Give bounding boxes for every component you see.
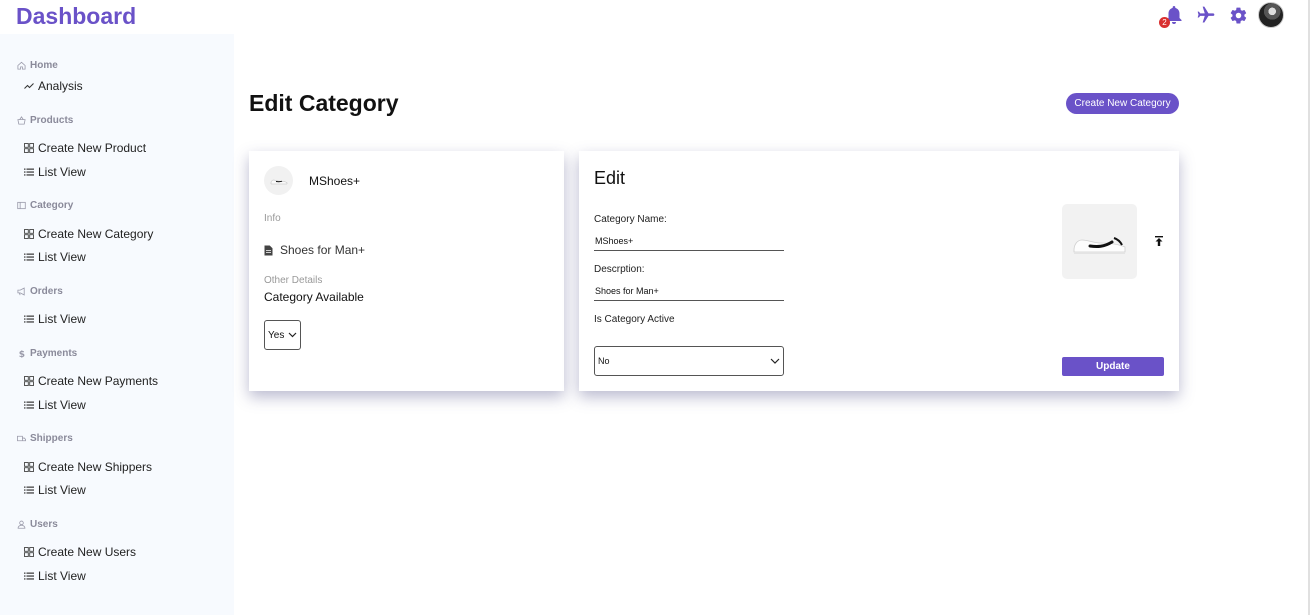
sidebar-section-title: Products [30,115,74,126]
update-button[interactable]: Update [1062,357,1164,376]
sidebar-section-orders: Orders [17,286,63,297]
sidebar-section-title: Home [30,60,58,71]
app-title[interactable]: Dashboard [16,3,136,30]
select-value: Yes [268,329,285,341]
create-new-category-button[interactable]: Create New Category [1066,93,1179,114]
category-name: MShoes+ [309,174,361,188]
sidebar-section-title: Users [30,519,58,530]
sidebar-section-shippers: Shippers [17,433,73,444]
sidebar-section-title: Orders [30,286,63,297]
page-title: Edit Category [249,90,399,116]
home-icon [17,61,26,70]
sidebar-item-create-new-product[interactable]: Create New Product [24,141,146,155]
sidebar-item-category-list-view[interactable]: List View [24,250,86,264]
sidebar-item-payments-list-view[interactable]: List View [24,398,86,412]
list-icon [24,401,34,409]
sidebar-section-title: Payments [30,348,78,359]
sidebar-item-analysis[interactable]: Analysis [24,79,83,93]
sidebar-item-label: List View [38,250,86,264]
sidebar-item-label: List View [38,483,86,497]
edit-category-card: Edit Category Name: MShoes+ Descrption: … [579,151,1179,391]
basket-icon [17,116,26,125]
other-details-label: Other Details [264,275,323,286]
user-avatar[interactable] [1258,2,1284,28]
sidebar-section-home: Home [17,60,58,71]
sidebar: Home Analysis Products Create New Produc… [0,34,234,615]
category-available-select[interactable]: Yes [264,320,301,350]
sidebar-item-create-new-shippers[interactable]: Create New Shippers [24,460,152,474]
grid-icon [24,547,34,557]
is-category-active-select[interactable]: No [594,346,784,376]
svg-text:$: $ [19,350,25,358]
shoe-image [1073,236,1125,254]
top-icons: 2 [1159,2,1284,28]
grid-icon [24,376,34,386]
sidebar-item-label: Create New Product [38,141,147,155]
list-icon [24,486,34,494]
info-label: Info [264,213,281,224]
sidebar-section-title: Category [30,200,74,211]
sidebar-item-create-new-category[interactable]: Create New Category [24,227,153,241]
user-icon [17,520,26,529]
sidebar-section-title: Shippers [30,433,73,444]
shoe-icon [270,179,287,184]
gear-icon [1230,7,1246,23]
sidebar-section-products: Products [17,115,73,126]
sidebar-item-label: List View [38,569,86,583]
category-icon [17,201,26,210]
chevron-down-icon [288,332,297,338]
sidebar-item-create-new-users[interactable]: Create New Users [24,545,136,559]
edit-card-title: Edit [594,168,626,188]
category-image [1062,204,1137,279]
sidebar-item-products-list-view[interactable]: List View [24,165,86,179]
truck-icon [17,435,26,442]
sidebar-section-users: Users [17,519,58,530]
upload-icon[interactable] [1153,235,1165,247]
sidebar-item-shippers-list-view[interactable]: List View [24,483,86,497]
list-icon [24,315,34,323]
category-description-row: Shoes for Man+ [264,243,365,257]
flights-button[interactable] [1194,3,1218,27]
trend-icon [24,83,34,89]
category-name-input[interactable]: MShoes+ [594,231,784,251]
grid-icon [24,229,34,239]
sidebar-item-label: Create New Users [38,545,137,559]
notification-button[interactable]: 2 [1159,3,1186,28]
document-icon [264,245,273,255]
grid-icon [24,462,34,472]
description-label: Descrption: [594,264,645,275]
sidebar-item-label: List View [38,312,86,326]
sidebar-section-category: Category [17,200,73,211]
notification-badge: 2 [1159,17,1170,28]
category-available-label: Category Available [264,290,364,304]
dollar-icon: $ [19,350,25,358]
sidebar-item-label: Analysis [38,79,83,93]
category-description: Shoes for Man+ [280,243,366,257]
sidebar-item-create-new-payments[interactable]: Create New Payments [24,374,158,388]
sidebar-item-label: List View [38,398,86,412]
category-thumbnail [264,166,293,195]
airplane-icon [1197,6,1215,23]
list-icon [24,253,34,261]
category-name-label: Category Name: [594,214,667,225]
select-value: No [598,356,610,366]
grid-icon [24,143,34,153]
sidebar-section-payments: $ Payments [17,348,77,359]
list-icon [24,572,34,580]
sidebar-item-label: List View [38,165,86,179]
sidebar-item-users-list-view[interactable]: List View [24,569,86,583]
sidebar-item-orders-list-view[interactable]: List View [24,312,86,326]
list-icon [24,168,34,176]
sidebar-item-label: Create New Shippers [38,460,153,474]
description-input[interactable]: Shoes for Man+ [594,281,784,301]
is-category-active-label: Is Category Active [594,314,675,325]
category-summary-card: MShoes+ Info Shoes for Man+ Other Detail… [249,151,564,391]
settings-button[interactable] [1226,3,1250,27]
sidebar-item-label: Create New Category [38,227,154,241]
megaphone-icon [17,287,25,296]
sidebar-item-label: Create New Payments [38,374,159,388]
top-bar: Dashboard 2 [0,0,1310,34]
chevron-down-icon [770,358,780,364]
